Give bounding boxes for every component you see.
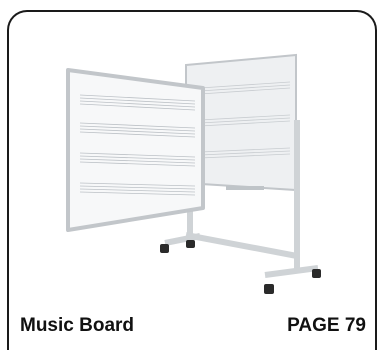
product-title: Music Board	[20, 315, 135, 336]
page-number: PAGE 79	[287, 315, 366, 336]
marker-tray	[226, 186, 264, 190]
front-board	[66, 68, 205, 232]
music-board-illustration	[66, 53, 321, 294]
